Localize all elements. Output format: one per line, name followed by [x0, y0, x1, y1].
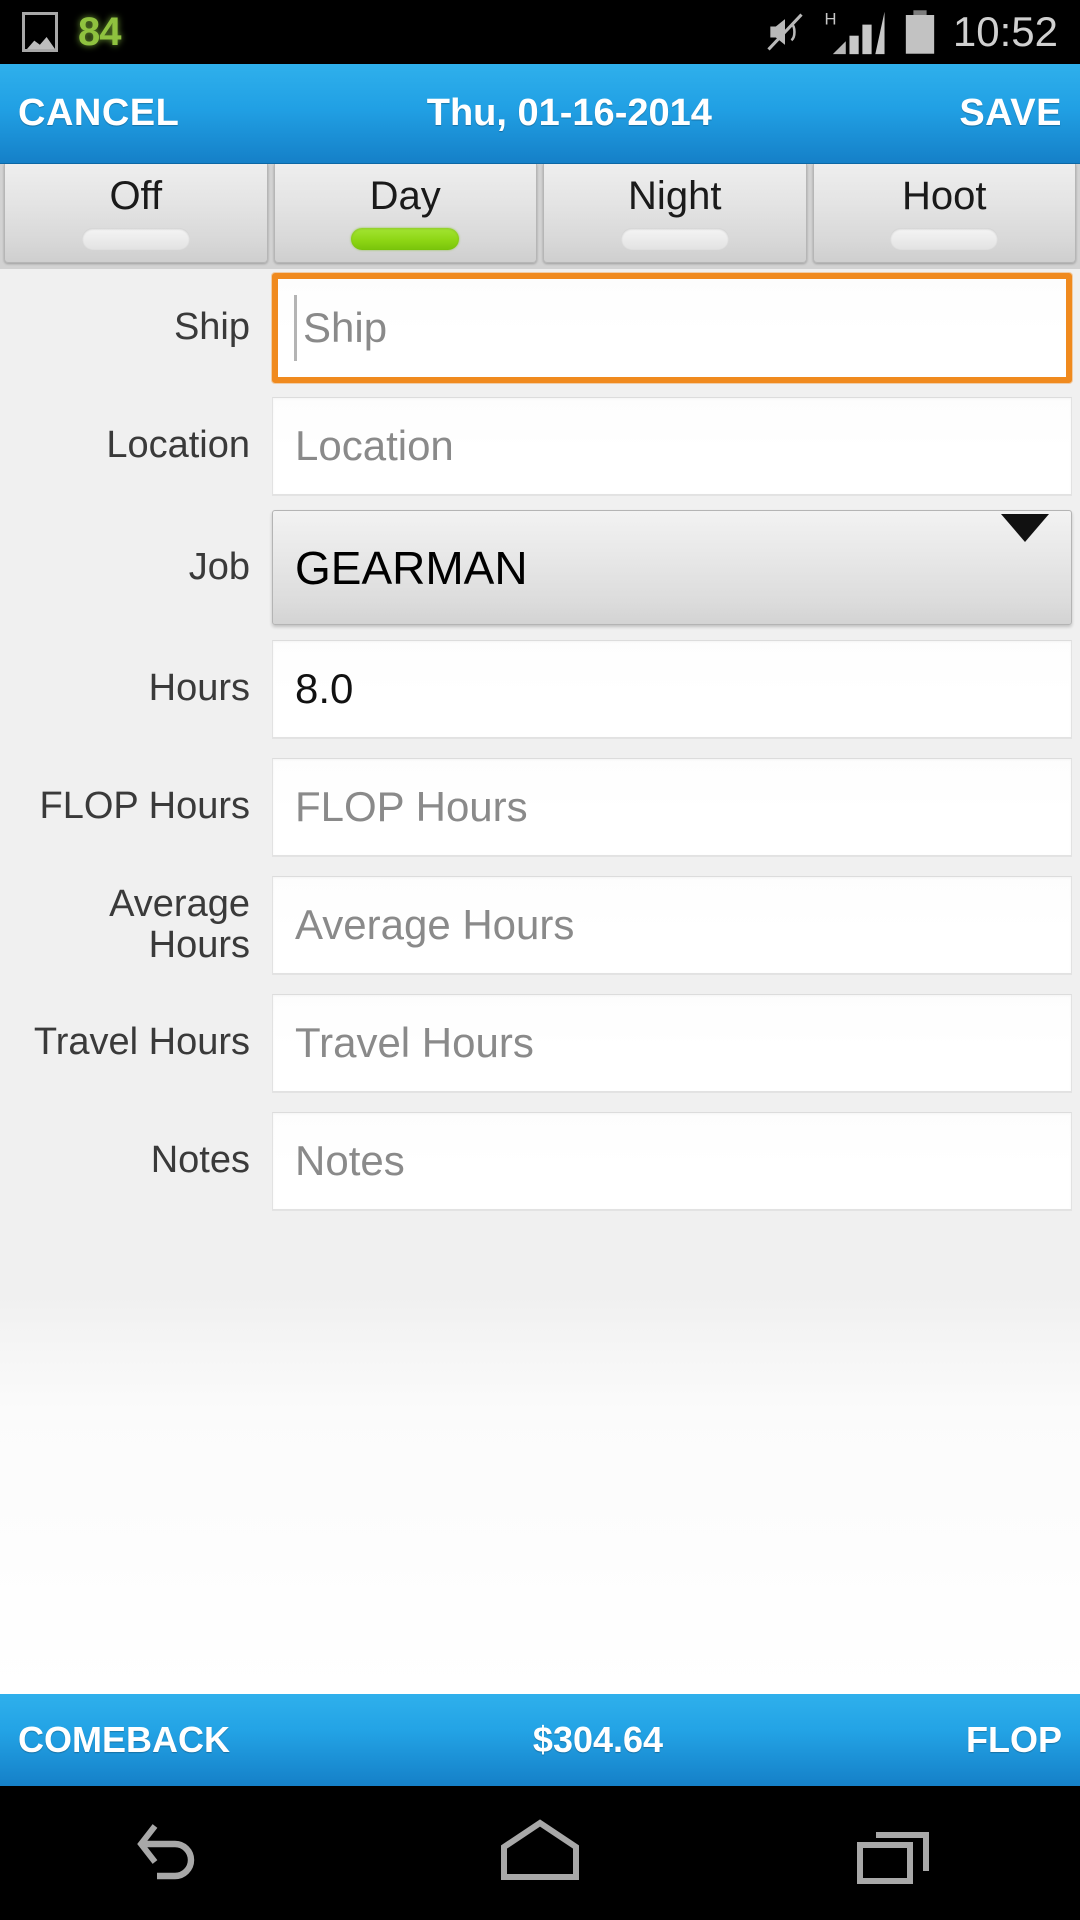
- notification-count: 84: [78, 10, 121, 54]
- travel-hours-input[interactable]: Travel Hours: [272, 994, 1072, 1092]
- travel-hours-input-placeholder: Travel Hours: [295, 1019, 534, 1066]
- tab-day-indicator: [351, 228, 460, 250]
- location-input-placeholder: Location: [295, 422, 454, 469]
- text-caret: [294, 295, 297, 361]
- form-row-flop-hours: FLOP Hours FLOP Hours: [0, 748, 1080, 866]
- location-label: Location: [106, 424, 250, 467]
- flop-hours-field-wrap: FLOP Hours: [272, 758, 1080, 856]
- clock: 10:52: [952, 8, 1058, 55]
- volume-mute-icon: [763, 9, 807, 55]
- hours-label: Hours: [148, 667, 250, 710]
- bottom-action-bar: COMEBACK $304.64 FLOP: [0, 1694, 1080, 1786]
- flop-hours-label: FLOP Hours: [39, 785, 250, 828]
- notes-input-placeholder: Notes: [295, 1137, 405, 1184]
- tab-day[interactable]: Day: [273, 164, 537, 263]
- tab-day-label: Day: [369, 174, 441, 218]
- location-input[interactable]: Location: [272, 397, 1072, 495]
- action-bar: CANCEL Thu, 01-16-2014 SAVE: [0, 64, 1080, 164]
- tab-night-indicator: [620, 228, 729, 250]
- travel-hours-field-wrap: Travel Hours: [272, 994, 1080, 1092]
- status-bar-right: H 10:52: [763, 8, 1058, 56]
- form-row-hours: Hours 8.0: [0, 630, 1080, 748]
- form-row-travel-hours: Travel Hours Travel Hours: [0, 984, 1080, 1102]
- location-field-wrap: Location: [272, 397, 1080, 495]
- ship-label: Ship: [173, 306, 250, 349]
- tab-off-label: Off: [109, 174, 163, 218]
- travel-hours-label: Travel Hours: [33, 1021, 250, 1064]
- form-row-ship: Ship Ship: [0, 269, 1080, 387]
- form-row-job: Job GEARMAN: [0, 505, 1080, 630]
- home-icon[interactable]: [450, 1786, 630, 1920]
- average-hours-input-placeholder: Average Hours: [295, 901, 575, 948]
- flop-hours-input-placeholder: FLOP Hours: [295, 783, 528, 830]
- entry-form: Ship Ship Location Location Job GEARMAN …: [0, 269, 1080, 1694]
- job-label: Job: [188, 545, 250, 588]
- total-amount: $304.64: [532, 1719, 664, 1760]
- tab-hoot-indicator: [890, 228, 999, 250]
- form-row-notes: Notes Notes: [0, 1102, 1080, 1220]
- notes-input[interactable]: Notes: [272, 1112, 1072, 1210]
- tab-off-indicator: [81, 228, 190, 250]
- svg-text:H: H: [824, 10, 836, 29]
- tab-hoot-label: Hoot: [902, 174, 987, 218]
- ship-input[interactable]: Ship: [272, 273, 1072, 383]
- tab-hoot[interactable]: Hoot: [812, 164, 1076, 263]
- flop-button[interactable]: FLOP: [966, 1719, 1062, 1761]
- average-hours-label: Average Hours: [109, 882, 250, 966]
- notes-label: Notes: [150, 1139, 250, 1182]
- tab-night[interactable]: Night: [543, 164, 807, 263]
- tab-night-label: Night: [628, 174, 722, 218]
- save-button[interactable]: SAVE: [959, 92, 1062, 135]
- image-icon: [22, 12, 58, 52]
- tab-off[interactable]: Off: [4, 164, 268, 263]
- job-dropdown-value: GEARMAN: [295, 541, 528, 594]
- page-title: Thu, 01-16-2014: [426, 92, 712, 134]
- cancel-button[interactable]: CANCEL: [18, 92, 179, 135]
- back-arrow-icon[interactable]: [90, 1786, 270, 1920]
- job-field-wrap: GEARMAN: [272, 510, 1080, 625]
- hours-input-value: 8.0: [295, 665, 354, 712]
- recent-apps-icon[interactable]: [810, 1786, 990, 1920]
- shift-tab-bar: Off Day Night Hoot: [0, 164, 1080, 269]
- ship-input-placeholder: Ship: [303, 304, 388, 351]
- android-navigation-bar: [0, 1786, 1080, 1920]
- phone-screen: 84 H 10:52 CANCEL Thu, 01-16-2014 SAVE O…: [0, 0, 1080, 1920]
- signal-bars-icon: H: [823, 8, 887, 56]
- ship-field-wrap: Ship: [272, 273, 1080, 383]
- battery-full-icon: [903, 9, 937, 55]
- notes-field-wrap: Notes: [272, 1112, 1080, 1210]
- hours-input[interactable]: 8.0: [272, 640, 1072, 738]
- average-hours-field-wrap: Average Hours: [272, 876, 1080, 974]
- job-dropdown[interactable]: GEARMAN: [272, 510, 1072, 625]
- form-row-location: Location Location: [0, 387, 1080, 505]
- form-row-average-hours: Average Hours Average Hours: [0, 866, 1080, 984]
- comeback-button[interactable]: COMEBACK: [18, 1719, 230, 1761]
- status-bar-left: 84: [22, 12, 121, 52]
- chevron-down-icon: [1001, 513, 1049, 595]
- average-hours-input[interactable]: Average Hours: [272, 876, 1072, 974]
- status-bar: 84 H 10:52: [0, 0, 1080, 64]
- flop-hours-input[interactable]: FLOP Hours: [272, 758, 1072, 856]
- hours-field-wrap: 8.0: [272, 640, 1080, 738]
